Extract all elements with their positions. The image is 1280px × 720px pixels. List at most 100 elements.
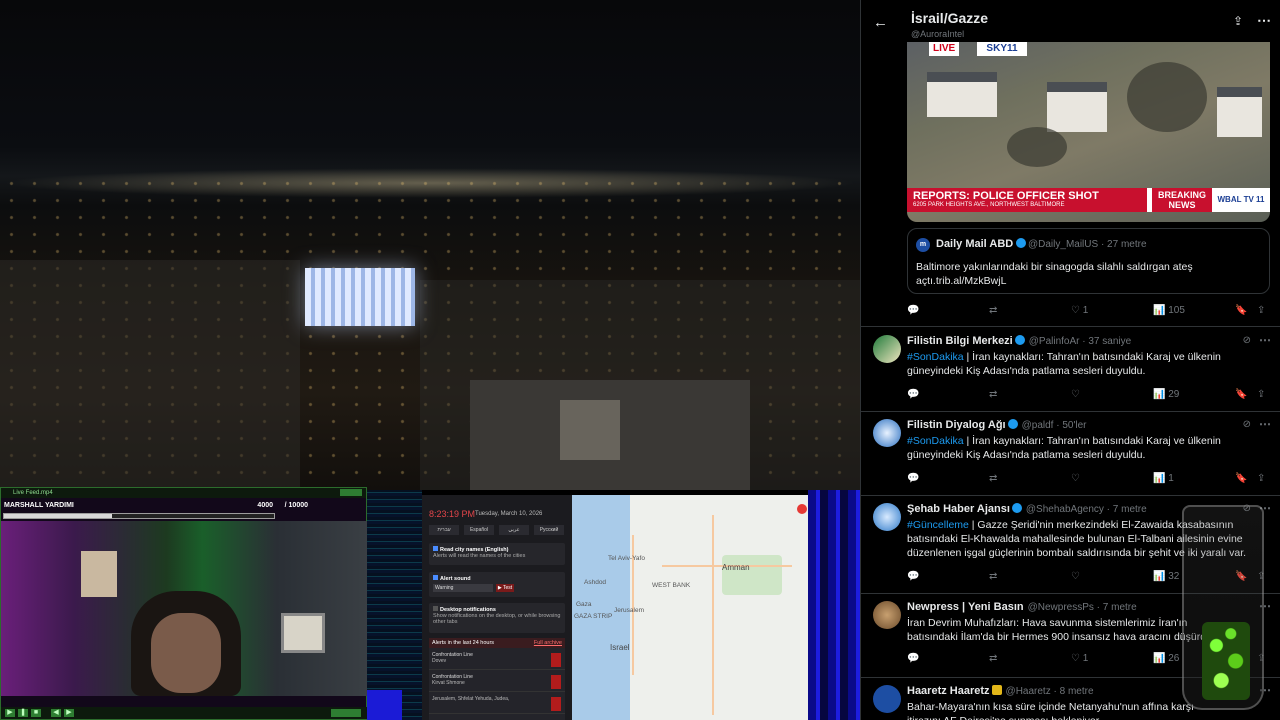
alert-clock: 8:23:19 PM (429, 509, 476, 519)
retweet-icon[interactable]: ⇄ (989, 305, 997, 316)
lang-hebrew[interactable]: עברית (429, 525, 459, 535)
more-options-icon[interactable]: ⋯ (1259, 333, 1271, 347)
verified-org-badge-icon (991, 685, 1002, 695)
alert-city: Jerusalem, Shfelat Yehuda, Judea, (432, 696, 510, 702)
tweet-text: Bahar-Mayara'nın kısa süre içinde Netany… (907, 700, 1227, 720)
rocket-alert-panel: 8:23:19 PM Tuesday, March 10, 2026 עברית… (422, 495, 572, 720)
bookmark-icon[interactable]: 🔖 (1235, 305, 1247, 316)
breaking-news-badge: BREAKING NEWS (1152, 188, 1212, 212)
like-icon[interactable]: ♡ 1 (1071, 305, 1088, 316)
test-sound-button[interactable]: ▶ Test (496, 584, 514, 592)
tweet-text: #SonDakika | İran kaynakları: Tahran'ın … (907, 350, 1227, 378)
haaretz-avatar[interactable] (873, 685, 901, 713)
quoted-text: Baltimore yakınlarındaki bir sinagogda s… (916, 261, 1193, 287)
map-pin-icon[interactable] (797, 504, 807, 514)
reply-icon[interactable]: 💬 (907, 389, 919, 400)
bookmark-icon[interactable]: 🔖 (1235, 389, 1247, 400)
webcam-titlebar: Live Feed.mp4 (1, 488, 366, 498)
volume-slider[interactable] (331, 709, 361, 717)
alert-map[interactable]: Tel Aviv-Yafo Amman Ashdod Jerusalem WES… (572, 495, 808, 720)
share-icon[interactable]: ⇪ (1257, 389, 1265, 400)
grok-icon[interactable]: ⊘ (1243, 419, 1251, 430)
player-hud: MARSHALL YARDIMI 4000 / 10000 (1, 499, 368, 513)
more-options-icon[interactable]: ⋯ (1257, 12, 1271, 29)
lang-russian[interactable]: Русский (534, 525, 564, 535)
shehab-avatar[interactable] (873, 503, 901, 531)
road (712, 515, 714, 715)
window-controls[interactable] (340, 489, 362, 496)
list-owner-handle[interactable]: @AuroraIntel (911, 29, 964, 39)
pause-icon[interactable]: ❚ (18, 709, 28, 717)
player-controls: ▶ ❚ ■ ◀ ▶ (1, 707, 368, 719)
views-icon[interactable]: 📊 32 (1153, 571, 1179, 582)
view-count: 105 (1168, 305, 1185, 316)
desktop-notifications-option[interactable]: Desktop notifications Show notifications… (429, 603, 565, 633)
play-icon[interactable]: ▶ (5, 709, 15, 717)
retweet-icon[interactable]: ⇄ (989, 653, 997, 664)
webcam-window-title: Live Feed.mp4 (13, 490, 53, 496)
map-label-ashdod: Ashdod (584, 579, 607, 586)
map-label-jerusalem: Jerusalem (614, 607, 644, 614)
reply-icon[interactable]: 💬 (907, 305, 919, 316)
rocket-alert-icon (551, 675, 561, 689)
like-count: 1 (1082, 653, 1089, 664)
read-city-names-option[interactable]: Read city names (English) Alerts will re… (429, 543, 565, 565)
retweet-icon[interactable]: ⇄ (989, 389, 997, 400)
more-options-icon[interactable]: ⋯ (1259, 417, 1271, 431)
headline-subline: 6205 PARK HEIGHTS AVE., NORTHWEST BALTIM… (913, 202, 1065, 208)
views-icon[interactable]: 📊 1 (1153, 473, 1174, 484)
checkbox-unchecked-icon[interactable] (433, 606, 438, 611)
share-icon[interactable]: ⇪ (1233, 14, 1243, 28)
grok-icon[interactable]: ⊘ (1243, 335, 1251, 346)
tweet-media-video[interactable]: LIVE SKY11 REPORTS: POLICE OFFICER SHOT … (907, 42, 1270, 222)
palinfo-avatar[interactable] (873, 335, 901, 363)
alert-sound-option: Alert sound Warning ▶ Test (429, 572, 565, 597)
tweet-author: Newpress | Yeni Basın @NewpressPs · 7 met… (907, 601, 1137, 613)
lang-arabic[interactable]: عربي (499, 525, 529, 535)
checkbox-checked-icon[interactable] (433, 575, 438, 580)
newpress-avatar[interactable] (873, 601, 901, 629)
share-icon[interactable]: ⇪ (1257, 305, 1265, 316)
alert-row[interactable]: Confrontation Line Kirvat Shmone (429, 672, 565, 692)
like-icon[interactable]: ♡ 1 (1071, 653, 1088, 664)
paldf-avatar[interactable] (873, 419, 901, 447)
like-icon[interactable]: ♡ (1071, 473, 1080, 484)
prev-icon[interactable]: ◀ (51, 709, 61, 717)
bookmark-icon[interactable]: 🔖 (1235, 473, 1247, 484)
next-icon[interactable]: ▶ (64, 709, 74, 717)
lang-spanish[interactable]: Español (464, 525, 494, 535)
checkbox-checked-icon[interactable] (433, 546, 438, 551)
views-icon[interactable]: 📊 29 (1153, 389, 1179, 400)
views-icon[interactable]: 📊 105 (1153, 305, 1185, 316)
hashtag[interactable]: #SonDakika (907, 351, 964, 363)
like-icon[interactable]: ♡ (1071, 571, 1080, 582)
buildings-left (0, 260, 300, 490)
reply-icon[interactable]: 💬 (907, 571, 919, 582)
rocket-alert-icon (551, 653, 561, 667)
share-icon[interactable]: ⇪ (1257, 473, 1265, 484)
alert-row[interactable]: Jerusalem, Shfelat Yehuda, Judea, (429, 694, 565, 714)
reply-icon[interactable]: 💬 (907, 653, 919, 664)
views-icon[interactable]: 📊 26 (1153, 653, 1179, 664)
map-label-west-bank: WEST BANK (652, 582, 691, 589)
quoted-tweet[interactable]: m Daily Mail ABD @Daily_MailUS · 27 metr… (907, 228, 1270, 294)
alert-sound-select[interactable]: Warning (433, 584, 493, 592)
like-icon[interactable]: ♡ (1071, 389, 1080, 400)
view-count: 29 (1168, 389, 1180, 400)
reply-icon[interactable]: 💬 (907, 473, 919, 484)
tree (1007, 127, 1067, 167)
retweet-icon[interactable]: ⇄ (989, 571, 997, 582)
house (1217, 87, 1262, 137)
retweet-icon[interactable]: ⇄ (989, 473, 997, 484)
hashtag[interactable]: #Güncelleme (907, 519, 969, 531)
alert-row[interactable]: Confrontation Line Dovev (429, 650, 565, 670)
stop-icon[interactable]: ■ (31, 709, 41, 717)
quoted-author-name: Daily Mail ABD (936, 238, 1027, 250)
news-headline: REPORTS: POLICE OFFICER SHOT 6205 PARK H… (907, 188, 1147, 212)
alert-city: Dovev (432, 658, 447, 664)
news-lower-third: REPORTS: POLICE OFFICER SHOT 6205 PARK H… (907, 188, 1270, 212)
hashtag[interactable]: #SonDakika (907, 435, 964, 447)
back-arrow-icon[interactable]: ← (873, 14, 888, 31)
full-archive-link[interactable]: Full archive (534, 638, 562, 648)
language-selector: עברית Español عربي Русский (429, 525, 565, 535)
